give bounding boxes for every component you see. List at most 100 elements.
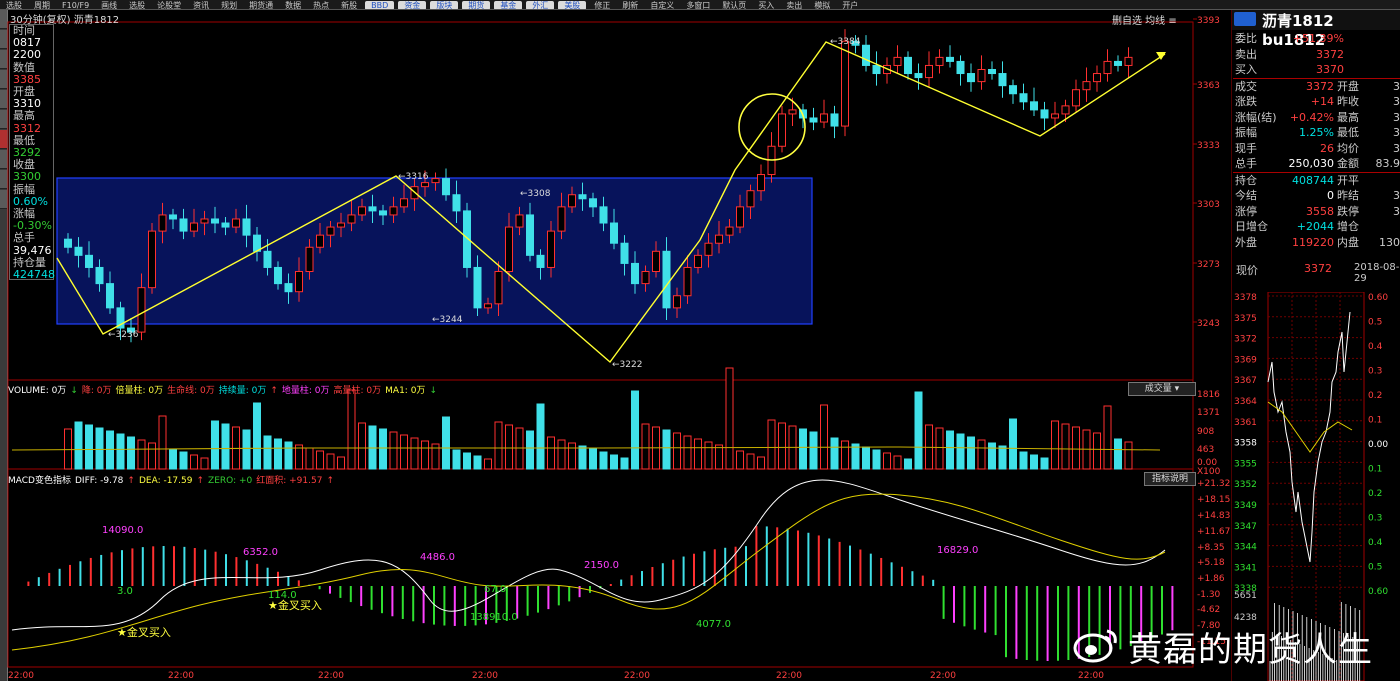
candle-body (473, 266, 482, 309)
volume-bar (830, 437, 839, 470)
quote-key: 金额 (1337, 157, 1359, 170)
quote-value: 26 (1320, 141, 1334, 155)
volume-bar (326, 453, 335, 470)
macd-axis-label: +8.35 (1197, 543, 1225, 553)
volume-bar (746, 453, 755, 470)
volume-bar (190, 454, 198, 470)
volume-bar (683, 435, 692, 470)
quote-key: 昨结 (1337, 189, 1359, 202)
mini-axis-pct-label: 0.2 (1368, 489, 1382, 499)
candle-body (337, 222, 345, 228)
candle-body (998, 73, 1007, 87)
main-chart-svg: ←3236 ←3316 ←3244 ←3308 ←3222 ←3384 3393 3363 3… (7, 10, 1232, 681)
candle-body (935, 56, 944, 66)
macd-axis-label: +1.86 (1197, 574, 1225, 584)
candle-body (74, 246, 83, 256)
quote-key: 日增仓 (1235, 220, 1268, 233)
quote-row: 日增仓 +2044 增仓 (1233, 219, 1400, 235)
legend-item: MACD变色指标 (8, 476, 71, 486)
link-icon[interactable] (1234, 12, 1256, 26)
volume-bar (526, 430, 534, 470)
legend-item: 地量柱: 0万 (281, 386, 330, 396)
candle-body (1040, 109, 1049, 119)
candle-body (106, 283, 114, 309)
volume-bar (988, 442, 996, 470)
candle-body (1051, 113, 1059, 119)
quote-key: 昨收 (1337, 95, 1359, 108)
price-annotation: ←3244 (432, 315, 463, 325)
candle-body (505, 226, 513, 272)
volume-bar (757, 456, 765, 470)
indicator-help-button[interactable]: 指标说明 (1144, 472, 1196, 486)
candle-body (95, 266, 104, 285)
time-axis-label: 22:00 (318, 671, 344, 681)
candle-body (347, 214, 356, 224)
quote-value: 3 (1393, 141, 1400, 155)
volume-bar (1030, 454, 1038, 470)
candle-body (568, 194, 576, 208)
candle-body (158, 214, 167, 232)
mini-axis-label: 3369 (1234, 355, 1257, 365)
quote-row: 委比 +51.39% (1233, 31, 1400, 47)
legend-item: MA1: 0万 (385, 386, 426, 396)
time-axis-label: 22:00 (472, 671, 498, 681)
candle-body (946, 56, 954, 62)
candle-body (610, 222, 618, 244)
volume-bar (725, 367, 734, 470)
candle-body (1030, 101, 1038, 111)
volume-bar (148, 442, 156, 470)
volume-bar (967, 436, 975, 470)
quote-key: 成交 (1235, 79, 1257, 93)
quote-key: 开盘 (1337, 79, 1359, 93)
mini-axis-label: 3341 (1234, 563, 1257, 573)
candle-body (662, 250, 671, 309)
candle-body (652, 250, 660, 273)
mini-axis-label: 3375 (1234, 314, 1257, 324)
current-price-value: 3372 (1304, 262, 1332, 275)
candle-body (494, 271, 503, 305)
volume-bar (872, 449, 881, 470)
candle-body (967, 73, 975, 83)
volume-axis-label: 463 (1197, 445, 1214, 455)
quote-value: +0.42% (1289, 110, 1334, 124)
volume-bar (137, 439, 146, 470)
volume-bar (179, 451, 188, 470)
quote-row: 今结 0 昨结 3 (1233, 188, 1400, 204)
volume-bar (263, 435, 272, 470)
mini-axis-pct-label: 0.60 (1368, 587, 1388, 597)
quote-value: 3372 (1316, 47, 1344, 61)
volume-bar (1124, 441, 1133, 470)
quote-row: 涨幅(结) +0.42% 最高 3 (1233, 110, 1400, 126)
volume-bar (421, 440, 429, 470)
legend-item: DIFF: -9.78 (74, 476, 124, 486)
candle-body (925, 64, 933, 79)
candle-body (1082, 81, 1091, 91)
price-annotation: ←3316 (398, 172, 429, 182)
price-annotation: ←3222 (612, 360, 642, 370)
quote-key: 内盘 (1337, 235, 1359, 249)
quote-value: +51.39% (1292, 32, 1344, 45)
volume-bar (379, 428, 387, 470)
time-axis-label: 22:00 (776, 671, 802, 681)
quote-value: 3372 (1306, 79, 1334, 93)
label-volume: 总手 (13, 231, 35, 245)
quote-row: 买入 3370 (1233, 62, 1400, 78)
macd-area-label: 67.0 (484, 584, 506, 595)
candle-body (452, 194, 461, 212)
volume-bar (620, 457, 629, 470)
volume-bar (568, 442, 576, 470)
volume-dropdown-button[interactable]: 成交量 ▾ (1128, 382, 1196, 396)
chart-tools[interactable]: 删自选 均线 ≡ (1112, 12, 1177, 27)
candle-body (263, 250, 272, 268)
candle-body (442, 178, 450, 196)
volume-bar (851, 443, 860, 470)
candle-body (631, 262, 639, 285)
volume-bar (389, 431, 398, 470)
volume-bar (410, 437, 419, 470)
candle-body (704, 242, 713, 256)
candle-body (232, 218, 240, 228)
quote-key: 委比 (1235, 32, 1257, 45)
candle-body (148, 230, 156, 289)
candle-body (358, 206, 366, 216)
candle-body (190, 222, 198, 232)
